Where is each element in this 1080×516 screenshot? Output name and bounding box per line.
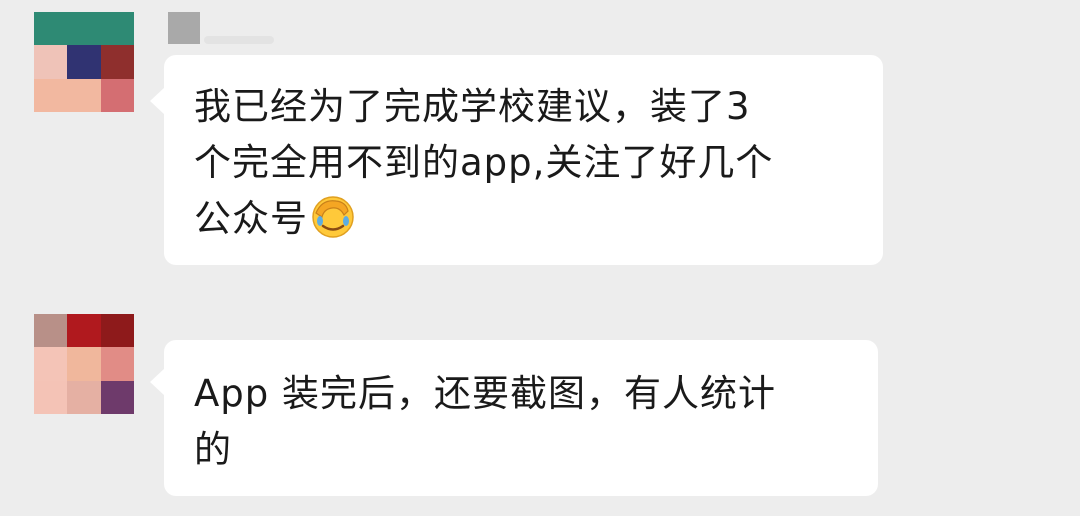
avatar-tile	[34, 380, 68, 414]
avatar-tile	[100, 314, 134, 348]
message-bubble[interactable]: App 装完后，还要截图，有人统计 的	[150, 340, 878, 496]
avatar-tile	[67, 12, 101, 46]
avatar-tile	[100, 380, 134, 414]
name-blur	[204, 36, 274, 44]
avatar-tile	[100, 347, 134, 381]
face-palm-emoji-icon	[310, 193, 356, 239]
avatar-tile	[100, 45, 134, 79]
message-text-line: App 装完后，还要截图，有人统计	[194, 372, 777, 415]
avatar-tile	[67, 347, 101, 381]
sender-name-redacted	[168, 12, 274, 44]
avatar-tile	[67, 314, 101, 348]
avatar-tile	[100, 78, 134, 112]
avatar-tile	[34, 45, 68, 79]
message-text-line: 我已经为了完成学校建议，装了3	[194, 85, 751, 128]
message-bubble[interactable]: 我已经为了完成学校建议，装了3 个完全用不到的app,关注了好几个 公众号	[150, 55, 883, 265]
avatar-tile	[67, 45, 101, 79]
message-item: App 装完后，还要截图，有人统计 的	[0, 300, 1080, 516]
avatar-tile	[34, 78, 68, 112]
avatar[interactable]	[34, 314, 134, 414]
message-text-line: 个完全用不到的app,关注了好几个	[194, 141, 774, 184]
message-item: 我已经为了完成学校建议，装了3 个完全用不到的app,关注了好几个 公众号	[0, 0, 1080, 290]
bubble-tail	[150, 368, 165, 396]
avatar-tile	[34, 314, 68, 348]
avatar-tile	[34, 12, 68, 46]
avatar-tile	[67, 380, 101, 414]
avatar-tile	[67, 78, 101, 112]
message-text-line: 的	[194, 428, 232, 471]
avatar[interactable]	[34, 12, 134, 112]
bubble-tail	[150, 87, 165, 115]
message-text-line: 公众号	[194, 191, 853, 247]
avatar-tile	[100, 12, 134, 46]
avatar-tile	[34, 347, 68, 381]
chat-conversation: 我已经为了完成学校建议，装了3 个完全用不到的app,关注了好几个 公众号 Ap…	[0, 0, 1080, 516]
name-redaction-block	[168, 12, 200, 44]
